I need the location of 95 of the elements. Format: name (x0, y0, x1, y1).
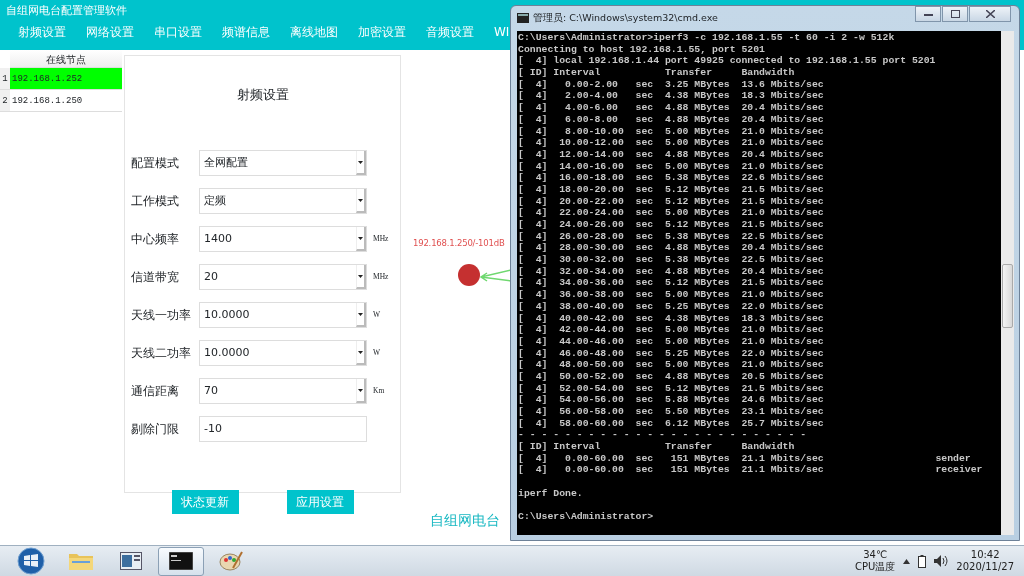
console-line: [ 4] 48.00-50.00 sec 5.00 MBytes 21.0 Mbits/sec (518, 359, 825, 371)
console-line: [ 4] 32.00-34.00 sec 4.88 MBytes 20.4 Mbits/sec (518, 265, 825, 278)
node-label: 192.168.1.250/-101dB (413, 237, 505, 250)
field-label: 信道带宽 (131, 269, 180, 286)
taskbar-button[interactable] (158, 546, 204, 576)
caret-icon (358, 236, 363, 240)
console-line: [ 4] 20.00-22.00 sec 5.12 MBytes 21.5 Mbits/sec (518, 195, 825, 208)
window-icon (120, 552, 142, 570)
node-address[interactable]: 192.168.1.252 (10, 68, 122, 89)
maximize-button[interactable] (942, 6, 968, 22)
console-line: [ 4] 30.00-32.00 sec 5.38 MBytes 22.5 Mbits/sec (518, 254, 825, 266)
field-label: 中心频率 (131, 231, 180, 248)
field-label: 工作模式 (131, 193, 180, 210)
link-arrow (479, 269, 511, 282)
console-line: [ 4] 36.00-38.00 sec 5.00 MBytes 21.0 Mbits/sec (518, 289, 825, 301)
panel-title: 射频设置 (235, 86, 290, 104)
minimize-icon (923, 12, 933, 16)
console-line: Connecting to host 192.168.1.55, port 5201 (518, 43, 766, 56)
speaker-icon[interactable] (934, 555, 949, 567)
clock-date: 2020/11/27 (956, 561, 1014, 573)
dropdown[interactable]: 70 (199, 378, 367, 404)
console-line: [ 4] 24.00-26.00 sec 5.12 MBytes 21.5 Mbits/sec (518, 219, 825, 231)
console-line: [ 4] 28.00-30.00 sec 4.88 MBytes 20.4 Mbits/sec (518, 242, 825, 255)
battery-icon[interactable] (918, 554, 927, 568)
field-label: 配置模式 (131, 155, 180, 172)
row-number: 2 (0, 90, 10, 111)
close-icon (985, 10, 995, 18)
console-line: [ 4] 12.00-14.00 sec 4.88 MBytes 20.4 Mbits/sec (518, 148, 825, 161)
console-line: [ 4] 42.00-44.00 sec 5.00 MBytes 21.0 Mbits/sec (518, 324, 825, 336)
footer-text: 自组网电台 (430, 511, 500, 530)
temperature-reading: 34℃ (862, 549, 889, 561)
console-line: [ 4] 26.00-28.00 sec 5.38 MBytes 22.5 Mbits/sec (518, 230, 825, 243)
console-line: [ 4] 0.00-60.00 sec 151 MBytes 21.1 Mbits/sec sender (518, 452, 972, 465)
caret-icon (358, 388, 363, 392)
scrollbar[interactable] (1001, 31, 1014, 535)
field-label: 剔除门限 (131, 421, 180, 438)
console-icon (517, 13, 529, 24)
input-field[interactable]: -10 (199, 416, 367, 442)
clock-time: 10:42 (969, 549, 1001, 561)
dropdown[interactable]: 全网配置 (199, 150, 367, 176)
dropdown[interactable]: 10.0000 (199, 302, 367, 328)
field-label: 天线二功率 (131, 345, 192, 362)
console-line: [ 4] 14.00-16.00 sec 5.00 MBytes 21.0 Mbits/sec (518, 160, 825, 173)
console-line: [ 4] 22.00-24.00 sec 5.00 MBytes 21.0 Mbits/sec (518, 207, 825, 219)
minimize-button[interactable] (915, 6, 941, 22)
console-line: C:\Users\Administrator> (518, 511, 655, 523)
node-address[interactable]: 192.168.1.250 (10, 90, 122, 111)
app-title: 自组网电台配置管理软件 (6, 4, 127, 18)
field-label: 天线一功率 (131, 307, 192, 324)
console-line: [ 4] local 192.168.1.44 port 49925 connected to 192.168.1.55 port 5201 (518, 55, 937, 68)
console-line: [ 4] 6.00-8.00 sec 4.88 MBytes 20.4 Mbits/sec (518, 113, 825, 126)
console-line: [ 4] 44.00-46.00 sec 5.00 MBytes 21.0 Mbits/sec (518, 335, 825, 348)
console-line: [ 4] 40.00-42.00 sec 4.38 MBytes 18.3 Mbits/sec (518, 312, 825, 325)
maximize-icon (950, 10, 960, 18)
console-line: [ 4] 0.00-60.00 sec 151 MBytes 21.1 Mbits/sec receiver (518, 464, 984, 477)
palette-icon (219, 550, 243, 572)
temperature-label: CPU温度 (855, 561, 896, 573)
console-line: [ 4] 10.00-12.00 sec 5.00 MBytes 21.0 Mbits/sec (518, 137, 825, 149)
chevron-up-icon[interactable] (903, 558, 911, 564)
column-header: 在线节点 (10, 50, 122, 68)
caret-icon (358, 198, 363, 202)
dropdown[interactable]: 定频 (199, 188, 367, 214)
console-line: [ 4] 46.00-48.00 sec 5.25 MBytes 22.0 Mbits/sec (518, 347, 825, 360)
console-line: [ 4] 0.00-2.00 sec 3.25 MBytes 13.6 Mbits/sec (518, 78, 825, 91)
console-line: [ 4] 58.00-60.00 sec 6.12 MBytes 25.7 Mbits/sec (518, 417, 825, 430)
console-line: [ ID] Interval Transfer Bandwidth (518, 441, 796, 453)
console-line: [ 4] 54.00-56.00 sec 5.88 MBytes 24.6 Mbits/sec (518, 394, 825, 406)
field-label: 通信距离 (131, 383, 180, 400)
dropdown[interactable]: 1400 (199, 226, 367, 252)
caret-icon (358, 274, 363, 278)
console-icon (169, 552, 193, 570)
console-line: C:\Users\Administrator>iperf3 -c 192.168.1.55 -t 60 -i 2 -w 512k (518, 32, 896, 44)
console-line: - - - - - - - - - - - - - - - - - - - - - - - - - (518, 429, 808, 442)
console-line: [ 4] 8.00-10.00 sec 5.00 MBytes 21.0 Mbits/sec (518, 125, 825, 138)
console-line: [ 4] 50.00-52.00 sec 4.88 MBytes 20.5 Mbits/sec (518, 370, 825, 383)
console-line: [ 4] 56.00-58.00 sec 5.50 MBytes 23.1 Mbits/sec (518, 406, 825, 418)
console-line: [ 4] 34.00-36.00 sec 5.12 MBytes 21.5 Mbits/sec (518, 277, 825, 290)
window-title: 管理员: C:\Windows\system32\cmd.exe (533, 10, 718, 25)
console-line: iperf Done. (518, 487, 584, 500)
caret-icon (358, 160, 363, 164)
console-line: [ 4] 4.00-6.00 sec 4.88 MBytes 20.4 Mbits/sec (518, 102, 825, 114)
row-number: 1 (0, 68, 10, 89)
console-line: [ 4] 16.00-18.00 sec 5.38 MBytes 22.6 Mbits/sec (518, 172, 825, 184)
console-line: [ 4] 52.00-54.00 sec 5.12 MBytes 21.5 Mbits/sec (518, 382, 825, 395)
caret-icon (358, 350, 363, 354)
folder-icon (68, 551, 94, 571)
console-line: [ 4] 38.00-40.00 sec 5.25 MBytes 22.0 Mbits/sec (518, 300, 825, 313)
map-node[interactable] (458, 264, 480, 286)
caret-icon (358, 312, 363, 316)
dropdown[interactable]: 10.0000 (199, 340, 367, 366)
console-line: [ ID] Interval Transfer Bandwidth (518, 67, 796, 79)
close-button[interactable] (969, 6, 1011, 22)
console-line: [ 4] 2.00-4.00 sec 4.38 MBytes 18.3 Mbits/sec (518, 90, 825, 103)
dropdown[interactable]: 20 (199, 264, 367, 290)
console-line: [ 4] 18.00-20.00 sec 5.12 MBytes 21.5 Mbits/sec (518, 183, 825, 196)
